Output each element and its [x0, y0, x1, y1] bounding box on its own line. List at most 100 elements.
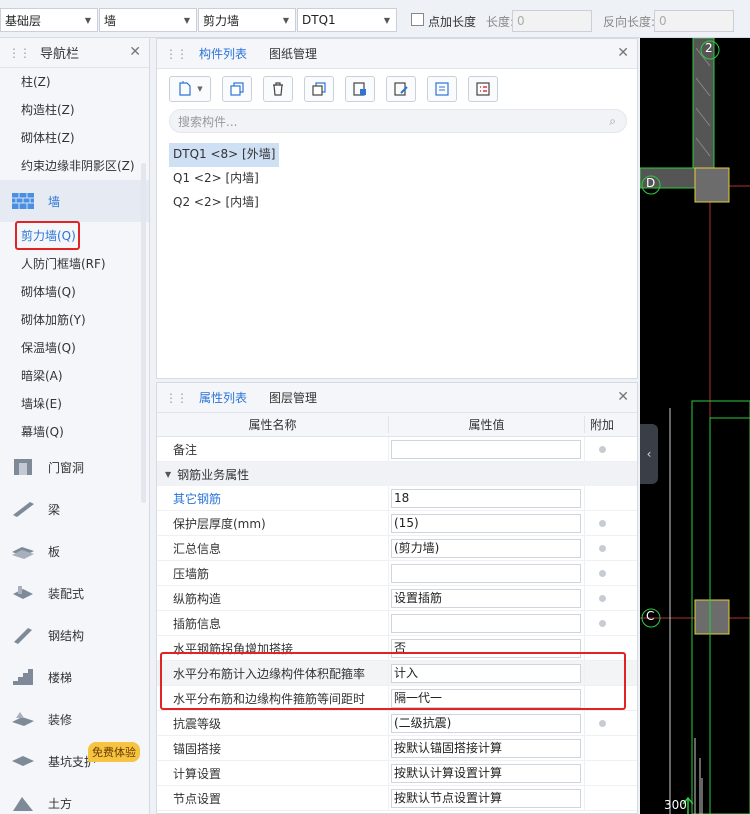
- extra-dot-icon[interactable]: [598, 569, 606, 577]
- chevron-down-icon: ▼: [282, 16, 289, 25]
- navigation-panel: ⋮⋮ 导航栏 ✕ 柱(Z) 构造柱(Z) 砌体柱(Z) 约束边缘非阴影区(Z) …: [0, 38, 150, 814]
- extra-dot-icon[interactable]: [598, 719, 606, 727]
- value-field[interactable]: 设置插筋: [391, 588, 581, 608]
- tab-drawing-management[interactable]: 图纸管理: [267, 45, 319, 62]
- table-button[interactable]: [468, 76, 498, 102]
- value-field[interactable]: [391, 563, 581, 583]
- list-item[interactable]: DTQ1 <8> [外墙]: [169, 143, 280, 167]
- reverse-length-label: 反向长度:: [603, 15, 656, 29]
- extra-dot-icon[interactable]: [598, 544, 606, 552]
- value-field[interactable]: [391, 613, 581, 633]
- nav-item-hidden-beam[interactable]: 暗梁(A): [0, 362, 149, 390]
- extra-dot-icon[interactable]: [598, 445, 606, 453]
- rebar-group-header[interactable]: ▼ 钢筋业务属性: [157, 462, 637, 486]
- nav-category-door-window[interactable]: 门窗洞: [0, 446, 149, 488]
- nav-category-decoration[interactable]: 装修: [0, 698, 149, 740]
- tab-layer-management[interactable]: 图层管理: [267, 389, 319, 406]
- reverse-length-input[interactable]: 0: [654, 10, 734, 32]
- tab-property-list[interactable]: 属性列表: [197, 389, 249, 406]
- extra-dot-icon[interactable]: [598, 519, 606, 527]
- value-field[interactable]: 18: [391, 488, 581, 508]
- nav-item-civil-door-wall[interactable]: 人防门框墙(RF): [0, 250, 149, 278]
- stairs-icon: [13, 669, 33, 685]
- list-item[interactable]: Q1 <2> [内墙]: [169, 167, 637, 191]
- nav-category-earthwork[interactable]: 土方: [0, 782, 149, 814]
- close-icon[interactable]: ✕: [617, 45, 629, 61]
- prefab-icon: [13, 586, 33, 599]
- nav-item-construct-column[interactable]: 构造柱(Z): [0, 96, 149, 124]
- close-icon[interactable]: ✕: [129, 44, 141, 60]
- duplicate-icon: [312, 82, 326, 96]
- axis-label-2: 2: [705, 41, 713, 55]
- grip-icon[interactable]: ⋮⋮: [165, 391, 188, 405]
- chevron-down-icon: ▼: [84, 16, 91, 25]
- collapse-triangle-icon[interactable]: ▼: [165, 470, 171, 479]
- component-list: DTQ1 <8> [外墙] Q1 <2> [内墙] Q2 <2> [内墙]: [157, 133, 637, 215]
- highlight-box: [15, 221, 80, 250]
- component-select[interactable]: DTQ1 ▼: [297, 8, 397, 32]
- value-field[interactable]: 按默认计算设置计算: [391, 763, 581, 783]
- grip-icon[interactable]: ⋮⋮: [8, 46, 31, 60]
- table-row: 其它钢筋 18: [157, 486, 637, 511]
- nav-category-wall[interactable]: 墙: [0, 180, 149, 222]
- slab-icon: [12, 547, 34, 559]
- duplicate-button[interactable]: [304, 76, 334, 102]
- length-input[interactable]: 0: [512, 10, 592, 32]
- nav-scrollbar[interactable]: [141, 163, 146, 503]
- nav-item-boundary[interactable]: 约束边缘非阴影区(Z): [0, 152, 149, 180]
- nav-item-masonry-rebar[interactable]: 砌体加筋(Y): [0, 306, 149, 334]
- table-row: 汇总信息 (剪力墙): [157, 536, 637, 561]
- new-component-button[interactable]: ▼: [169, 76, 211, 102]
- table-row: 压墙筋: [157, 561, 637, 586]
- nav-category-steel[interactable]: 钢结构: [0, 614, 149, 656]
- edit-button[interactable]: [386, 76, 416, 102]
- extra-dot-icon[interactable]: [598, 594, 606, 602]
- grip-icon[interactable]: ⋮⋮: [165, 47, 188, 61]
- nav-item-curtain-wall[interactable]: 幕墙(Q): [0, 418, 149, 446]
- delete-button[interactable]: [263, 76, 293, 102]
- chevron-down-icon: ▼: [183, 16, 190, 25]
- nav-category-slab[interactable]: 板: [0, 530, 149, 572]
- point-length-checkbox[interactable]: [411, 13, 424, 26]
- list-item[interactable]: Q2 <2> [内墙]: [169, 191, 637, 215]
- table-row: 计算设置 按默认计算设置计算: [157, 761, 637, 786]
- close-icon[interactable]: ✕: [617, 389, 629, 405]
- value-field[interactable]: 按默认锚固搭接计算: [391, 738, 581, 758]
- free-trial-badge[interactable]: 免费体验: [88, 742, 140, 762]
- axis-label-c: C: [646, 609, 655, 623]
- copy-icon: [230, 82, 244, 96]
- nav-item-column[interactable]: 柱(Z): [0, 68, 149, 96]
- type-select[interactable]: 剪力墙 ▼: [198, 8, 296, 32]
- category-select[interactable]: 墙 ▼: [99, 8, 197, 32]
- trash-icon: [273, 82, 283, 96]
- nav-category-stairs[interactable]: 楼梯: [0, 656, 149, 698]
- value-field[interactable]: (剪力墙): [391, 538, 581, 558]
- nav-item-masonry-wall[interactable]: 砌体墙(Q): [0, 278, 149, 306]
- length-label: 长度:: [486, 15, 515, 29]
- door-window-icon: [14, 459, 32, 475]
- earthwork-icon: [13, 797, 33, 811]
- search-input[interactable]: 搜索构件... ⌕: [169, 109, 627, 133]
- value-field[interactable]: (15): [391, 513, 581, 533]
- note-value-field[interactable]: [391, 439, 581, 459]
- copy-button[interactable]: [222, 76, 252, 102]
- nav-category-beam[interactable]: 梁: [0, 488, 149, 530]
- list-button[interactable]: [427, 76, 457, 102]
- beam-icon: [13, 502, 34, 517]
- nav-item-insulation-wall[interactable]: 保温墙(Q): [0, 334, 149, 362]
- collapse-panel-handle[interactable]: ‹: [640, 424, 658, 484]
- nav-category-prefab[interactable]: 装配式: [0, 572, 149, 614]
- tab-component-list[interactable]: 构件列表: [197, 45, 249, 62]
- value-field[interactable]: 按默认节点设置计算: [391, 788, 581, 808]
- wall-icon: [12, 193, 34, 209]
- floor-select[interactable]: 基础层 ▼: [0, 8, 98, 32]
- point-length-label: 点加长度: [428, 15, 477, 29]
- layer-copy-button[interactable]: [345, 76, 375, 102]
- nav-item-wall-pier[interactable]: 墙垛(E): [0, 390, 149, 418]
- extra-dot-icon[interactable]: [598, 619, 606, 627]
- nav-item-masonry-column[interactable]: 砌体柱(Z): [0, 124, 149, 152]
- value-field[interactable]: (二级抗震): [391, 713, 581, 733]
- table-row: 保护层厚度(mm) (15): [157, 511, 637, 536]
- search-icon: ⌕: [609, 114, 616, 128]
- property-panel: ⋮⋮ 属性列表 图层管理 ✕ 属性名称 属性值 附加 备注 ▼ 钢筋业务属性 其…: [156, 382, 638, 814]
